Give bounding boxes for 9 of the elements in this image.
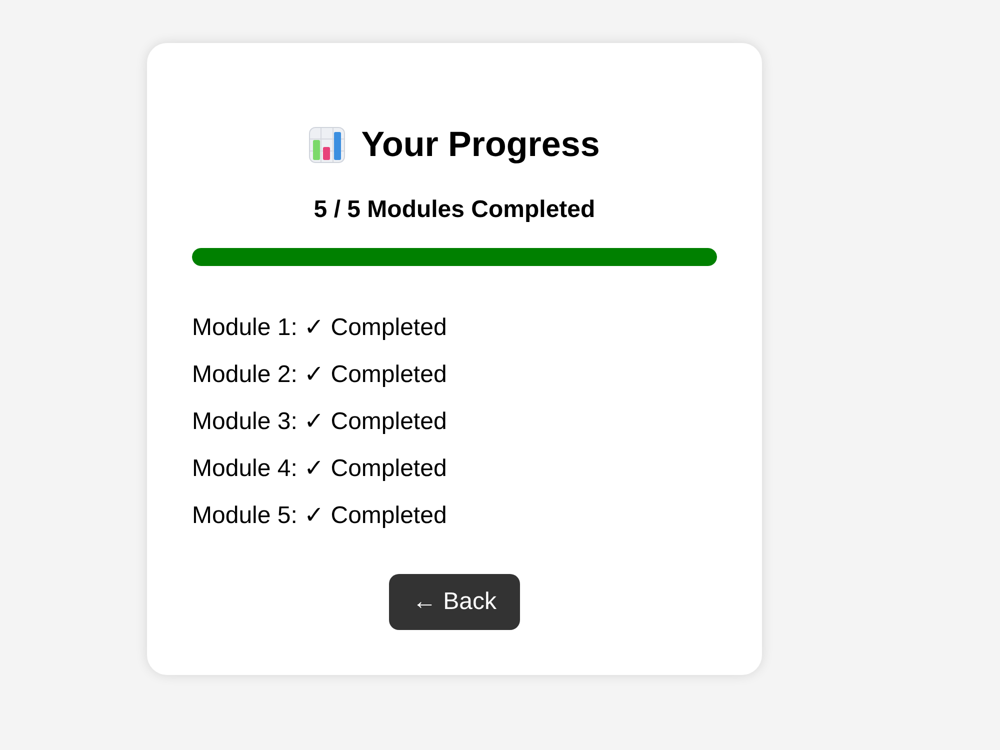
- module-status: Module 3: ✓ Completed: [192, 407, 447, 436]
- modules-count: 5 / 5 Modules Completed: [312, 196, 596, 224]
- bar-chart-icon: [309, 127, 346, 163]
- module-status: Module 4: ✓ Completed: [192, 454, 447, 483]
- back-button[interactable]: ← Back: [389, 574, 520, 630]
- module-status: Module 5: ✓ Completed: [192, 501, 447, 530]
- page-title: Your Progress: [361, 125, 600, 165]
- module-status: Module 1: ✓ Completed: [192, 313, 447, 342]
- module-status: Module 2: ✓ Completed: [192, 360, 447, 389]
